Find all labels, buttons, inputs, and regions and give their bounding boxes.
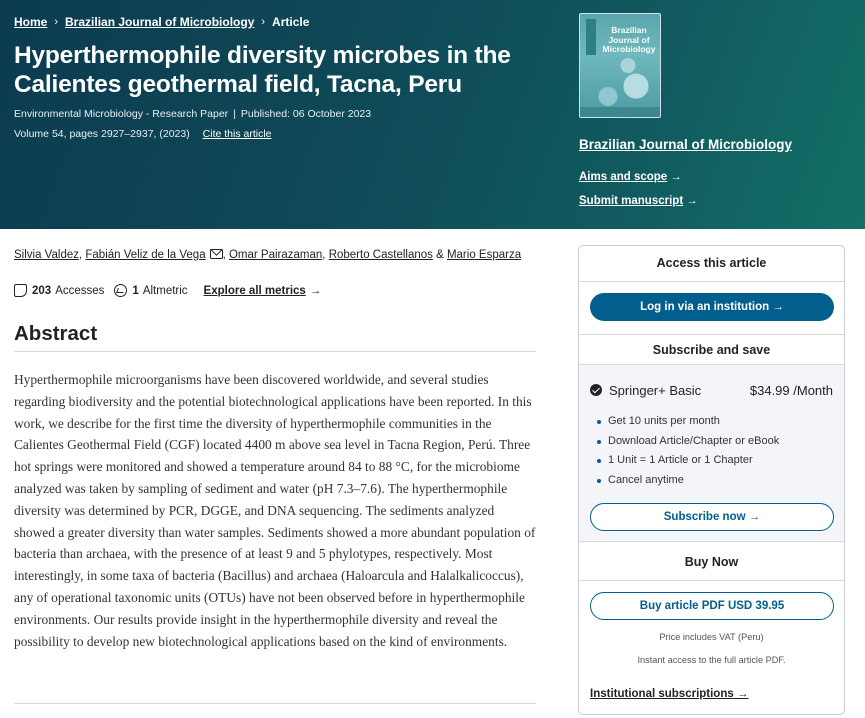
accesses-label: Accesses [55, 284, 105, 297]
aims-scope-link[interactable]: Aims and scope → [579, 171, 682, 183]
accesses-icon [14, 284, 27, 297]
altmetric-icon [114, 284, 128, 297]
login-institution-button[interactable]: Log in via an institution → [590, 293, 834, 321]
breadcrumb-home-link[interactable]: Home [14, 15, 47, 29]
divider [579, 281, 844, 282]
journal-cover-image[interactable]: Brazilian Journal of Microbiology [579, 13, 661, 118]
divider [14, 703, 536, 704]
breadcrumb-separator: › [54, 16, 59, 28]
article-title: Hyperthermophile diversity microbes in t… [14, 42, 511, 98]
access-heading: Access this article [656, 256, 767, 270]
list-item: Get 10 units per month [597, 415, 779, 435]
buy-article-button[interactable]: Buy article PDF USD 39.95 [590, 592, 834, 620]
submit-manuscript-link[interactable]: Submit manuscript → [579, 195, 698, 207]
abstract-text: Hyperthermophile microorganisms have bee… [14, 372, 536, 649]
altmetric-label: Altmetric [142, 284, 188, 297]
arrow-right-icon: → [670, 171, 682, 183]
journal-name-link[interactable]: Brazilian Journal of Microbiology [579, 137, 792, 152]
accesses-count: 203 [32, 284, 52, 297]
divider [14, 351, 536, 352]
buy-now-heading: Buy Now [684, 555, 739, 569]
subscribe-now-button[interactable]: Subscribe now → [590, 503, 834, 531]
plan-name: Springer+ Basic [609, 383, 702, 398]
list-item: Cancel anytime [597, 474, 779, 494]
cover-title: Brazilian Journal of Microbiology [602, 25, 656, 54]
explore-metrics-link[interactable]: Explore all metrics [204, 285, 306, 297]
breadcrumb-separator: › [261, 16, 266, 28]
breadcrumb-journal-link[interactable]: Brazilian Journal of Microbiology [65, 15, 254, 29]
altmetric-count: 1 [132, 284, 139, 297]
arrow-right-icon: → [309, 284, 322, 297]
breadcrumb-current: Article [272, 15, 310, 29]
plan-row: Springer+ Basic $34.99 /Month [590, 383, 833, 398]
published-date: Published: 06 October 2023 [240, 108, 372, 120]
check-circle-icon [590, 384, 602, 396]
arrow-right-icon: → [748, 511, 761, 523]
author-link[interactable]: Roberto Castellanos [329, 249, 433, 261]
arrow-right-icon: → [686, 195, 698, 207]
article-meta: Environmental Microbiology - Research Pa… [14, 108, 372, 120]
instant-access-note: Instant access to the full article PDF. [637, 655, 786, 665]
breadcrumb: Home › Brazilian Journal of Microbiology… [14, 15, 309, 29]
vat-note: Price includes VAT (Peru) [659, 632, 764, 642]
plan-card: Springer+ Basic $34.99 /Month Get 10 uni… [579, 364, 844, 542]
author-link[interactable]: Mario Esparza [447, 249, 521, 261]
divider [579, 334, 844, 335]
author-list: Silvia Valdez, Fabián Veliz de la Vega, … [14, 249, 522, 261]
cite-article-link[interactable]: Cite this article [203, 128, 272, 140]
author-link[interactable]: Silvia Valdez [14, 249, 79, 261]
institutional-subscriptions-link[interactable]: Institutional subscriptions → [590, 688, 748, 700]
author-link[interactable]: Fabián Veliz de la Vega [85, 249, 205, 261]
mail-icon[interactable] [209, 249, 223, 259]
arrow-right-icon: → [736, 688, 749, 700]
article-type: Environmental Microbiology - Research Pa… [14, 108, 229, 120]
list-item: 1 Unit = 1 Article or 1 Chapter [597, 454, 779, 474]
divider [579, 580, 844, 581]
article-volume: Volume 54, pages 2927–2937, (2023) [14, 128, 190, 140]
arrow-right-icon: → [772, 301, 784, 313]
access-panel: Access this article Log in via an instit… [578, 245, 845, 715]
plan-features: Get 10 units per month Download Article/… [597, 415, 779, 493]
abstract-heading: Abstract [14, 322, 98, 345]
plan-price: $34.99 /Month [749, 383, 833, 398]
article-header: Home › Brazilian Journal of Microbiology… [0, 0, 865, 229]
list-item: Download Article/Chapter or eBook [597, 435, 779, 455]
article-volume-row: Volume 54, pages 2927–2937, (2023) Cite … [14, 128, 272, 140]
subscribe-heading: Subscribe and save [652, 343, 771, 357]
author-link[interactable]: Omar Pairazaman [229, 249, 322, 261]
article-metrics: 203 Accesses 1 Altmetric Explore all met… [14, 284, 321, 297]
